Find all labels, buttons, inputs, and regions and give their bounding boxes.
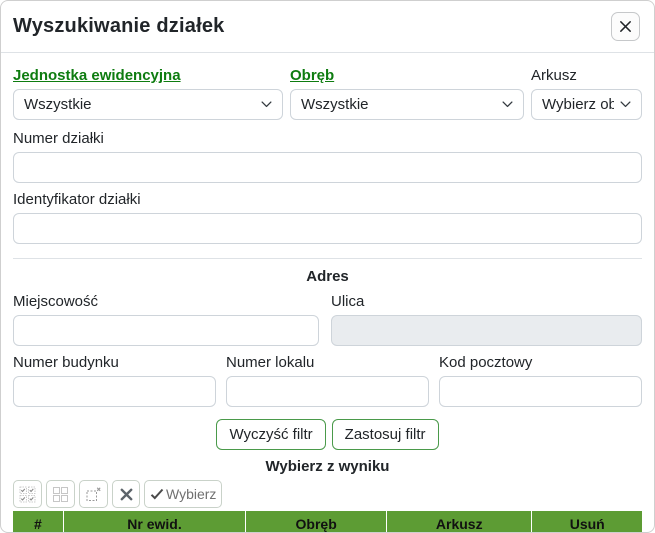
obreb-link-label[interactable]: Obręb xyxy=(290,67,524,84)
clear-x-icon xyxy=(119,487,134,502)
kod-pocztowy-input[interactable] xyxy=(439,376,642,407)
column-header-nr-ewid[interactable]: Nr ewid. xyxy=(62,511,246,532)
deselect-region-icon xyxy=(85,486,102,503)
choose-button[interactable]: Wybierz xyxy=(144,480,223,508)
address-row-1: Miejscowość Ulica xyxy=(13,293,642,346)
arkusz-selected-value: Wybierz obr xyxy=(542,96,614,113)
choose-button-label: Wybierz xyxy=(166,486,217,502)
clear-filter-button[interactable]: Wyczyść filtr xyxy=(216,419,326,450)
identyfikator-dzialki-label: Identyfikator działki xyxy=(13,191,141,208)
dialog-title: Wyszukiwanie działek xyxy=(13,15,225,37)
miejscowosc-label: Miejscowość xyxy=(13,293,99,310)
column-header-usun[interactable]: Usuń xyxy=(531,511,642,532)
arkusz-select[interactable]: Wybierz obr xyxy=(531,89,642,120)
section-divider xyxy=(13,258,642,259)
unit-selects-row: Jednostka ewidencyjna Wszystkie Obręb Ws… xyxy=(13,67,642,120)
numer-dzialki-label: Numer działki xyxy=(13,130,104,147)
results-toolbar: Wybierz xyxy=(13,480,642,511)
close-icon xyxy=(618,19,633,34)
arkusz-label: Arkusz xyxy=(531,67,577,84)
column-header-obreb[interactable]: Obręb xyxy=(245,511,387,532)
select-all-button[interactable] xyxy=(13,480,42,508)
select-all-checks-grid-icon xyxy=(19,486,36,503)
results-table: # Nr ewid. Obręb Arkusz Usuń xyxy=(13,511,642,532)
chevron-down-icon xyxy=(496,101,513,108)
filter-actions: Wyczyść filtr Zastosuj filtr xyxy=(13,419,642,450)
identyfikator-dzialki-input[interactable] xyxy=(13,213,642,244)
address-row-2: Numer budynku Numer lokalu Kod pocztowy xyxy=(13,354,642,407)
dialog-header: Wyszukiwanie działek xyxy=(1,1,654,53)
grid-panes-button[interactable] xyxy=(46,480,75,508)
results-table-header-row: # Nr ewid. Obręb Arkusz Usuń xyxy=(13,511,642,532)
jednostka-ewidencyjna-select[interactable]: Wszystkie xyxy=(13,89,283,120)
jednostka-selected-value: Wszystkie xyxy=(24,96,92,113)
apply-filter-button[interactable]: Zastosuj filtr xyxy=(331,419,439,450)
results-section-heading: Wybierz z wyniku xyxy=(265,458,390,475)
numer-lokalu-input[interactable] xyxy=(226,376,429,407)
deselect-region-button[interactable] xyxy=(79,480,108,508)
column-header-arkusz[interactable]: Arkusz xyxy=(386,511,532,532)
parcel-search-dialog: Wyszukiwanie działek Jednostka ewidencyj… xyxy=(0,0,655,533)
grid-panes-icon xyxy=(52,486,69,503)
numer-lokalu-label: Numer lokalu xyxy=(226,354,315,371)
obreb-select[interactable]: Wszystkie xyxy=(290,89,524,120)
numer-budynku-label: Numer budynku xyxy=(13,354,119,371)
ulica-input xyxy=(331,315,642,346)
column-header-index[interactable]: # xyxy=(13,511,64,532)
numer-dzialki-input[interactable] xyxy=(13,152,642,183)
kod-pocztowy-label: Kod pocztowy xyxy=(439,354,533,371)
miejscowosc-input[interactable] xyxy=(13,315,319,346)
address-section-heading: Adres xyxy=(306,268,349,285)
obreb-selected-value: Wszystkie xyxy=(301,96,369,113)
numer-budynku-input[interactable] xyxy=(13,376,216,407)
close-button[interactable] xyxy=(611,12,640,41)
jednostka-ewidencyjna-link-label[interactable]: Jednostka ewidencyjna xyxy=(13,67,283,84)
ulica-label: Ulica xyxy=(331,293,365,310)
chevron-down-icon xyxy=(614,101,631,108)
dialog-body: Jednostka ewidencyjna Wszystkie Obręb Ws… xyxy=(1,53,654,532)
checkmark-icon xyxy=(150,487,164,501)
clear-selection-button[interactable] xyxy=(112,480,140,508)
chevron-down-icon xyxy=(255,101,272,108)
